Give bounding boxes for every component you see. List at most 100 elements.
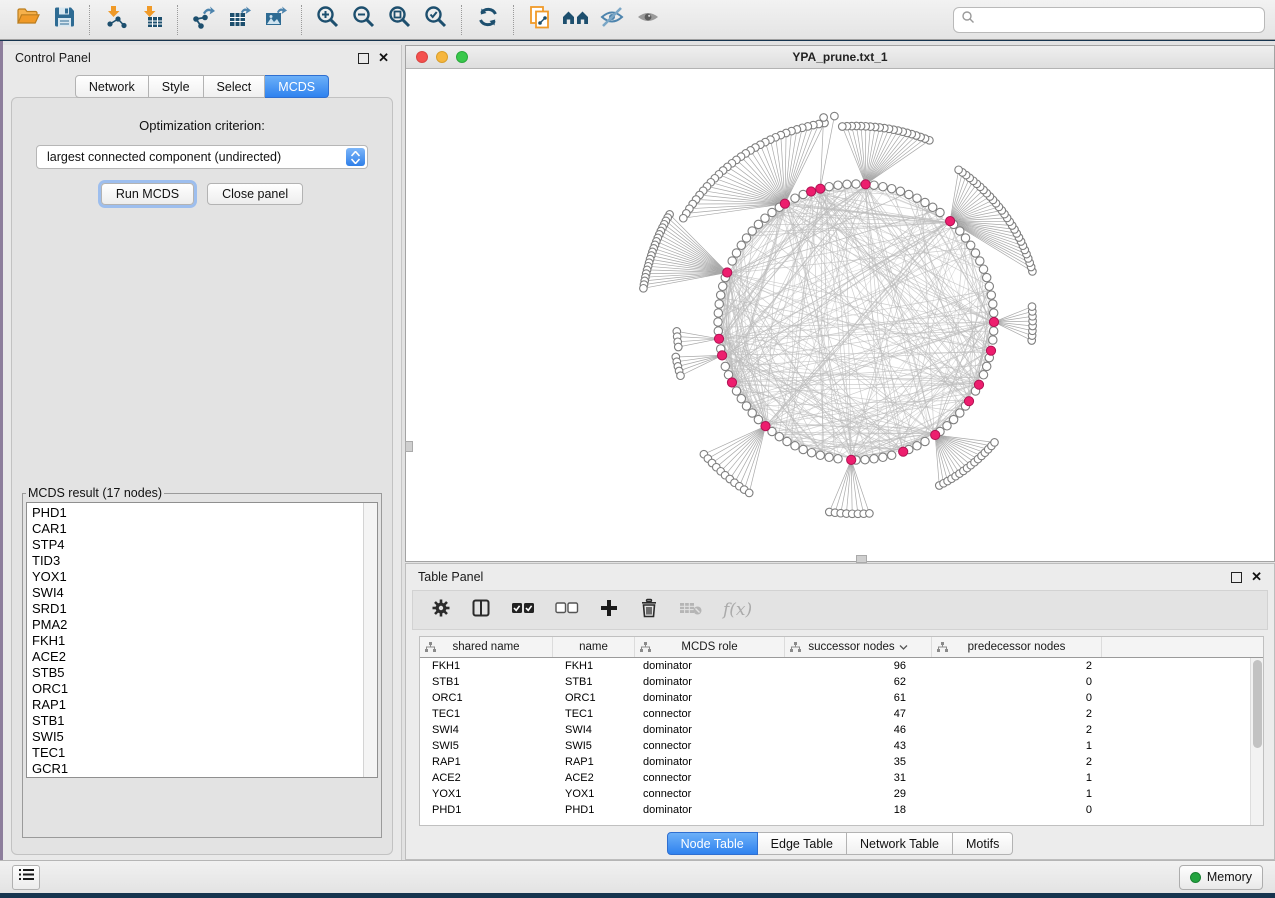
table-settings-button[interactable]: [431, 598, 451, 623]
show-all-button[interactable]: [630, 4, 666, 36]
mcds-result-item[interactable]: STB5: [32, 665, 377, 681]
cell-name: RAP1: [553, 756, 635, 768]
select-stepper-icon: [346, 148, 365, 166]
zoom-selected-button[interactable]: [418, 4, 454, 36]
mcds-result-item[interactable]: GCR1: [32, 761, 377, 777]
mcds-result-item[interactable]: TID3: [32, 553, 377, 569]
table-row[interactable]: TEC1TEC1connector472: [420, 706, 1263, 722]
table-scrollbar-thumb[interactable]: [1253, 660, 1262, 748]
mcds-result-item[interactable]: RAP1: [32, 697, 377, 713]
column-header-shared-name[interactable]: shared name: [420, 637, 553, 657]
mcds-result-item[interactable]: SRD1: [32, 601, 377, 617]
delete-column-button[interactable]: [639, 598, 659, 623]
mcds-result-item[interactable]: CAR1: [32, 521, 377, 537]
show-columns-button[interactable]: [471, 598, 491, 623]
tab-style[interactable]: Style: [149, 75, 204, 98]
show-eye-icon: [635, 4, 661, 35]
tab-node-table[interactable]: Node Table: [667, 832, 758, 855]
mcds-result-item[interactable]: SWI4: [32, 585, 377, 601]
mcds-result-item[interactable]: STP4: [32, 537, 377, 553]
table-row[interactable]: SWI5SWI5connector431: [420, 738, 1263, 754]
optimization-criterion-label: Optimization criterion:: [139, 118, 265, 133]
mcds-result-item[interactable]: ACE2: [32, 649, 377, 665]
mcds-result-item[interactable]: STB1: [32, 713, 377, 729]
splitter-handle-vertical[interactable]: [405, 441, 413, 452]
export-network-button[interactable]: [186, 4, 222, 36]
column-header-predecessor-nodes[interactable]: predecessor nodes: [932, 637, 1102, 657]
run-mcds-button[interactable]: Run MCDS: [101, 183, 194, 205]
search-box[interactable]: [953, 7, 1265, 33]
mcds-list-scrollbar[interactable]: [363, 503, 377, 777]
cell-successor_nodes: 35: [785, 756, 932, 768]
tab-select[interactable]: Select: [204, 75, 266, 98]
mcds-result-item[interactable]: PHD1: [32, 505, 377, 521]
refresh-icon: [475, 4, 501, 35]
open-folder-icon: [15, 4, 41, 35]
toolbar-separator: [513, 5, 515, 35]
table-scrollbar[interactable]: [1250, 658, 1263, 825]
tab-mcds[interactable]: MCDS: [265, 75, 329, 98]
duplicate-network-button[interactable]: [522, 4, 558, 36]
apply-function-button[interactable]: f(x): [723, 600, 752, 620]
splitter-handle-horizontal[interactable]: [856, 555, 867, 563]
cell-predecessor_nodes: 0: [932, 804, 1102, 816]
export-table-button[interactable]: [222, 4, 258, 36]
column-header-successor-nodes[interactable]: successor nodes: [785, 637, 932, 657]
cell-name: PHD1: [553, 804, 635, 816]
column-type-icon: [640, 642, 651, 656]
float-panel-icon[interactable]: [1231, 572, 1242, 583]
table-row[interactable]: SWI4SWI4dominator462: [420, 722, 1263, 738]
float-panel-icon[interactable]: [358, 53, 369, 64]
tab-edge-table[interactable]: Edge Table: [758, 832, 847, 855]
export-image-button[interactable]: [258, 4, 294, 36]
column-label: predecessor nodes: [968, 641, 1066, 653]
close-panel-icon[interactable]: ✕: [378, 53, 389, 63]
tab-motifs[interactable]: Motifs: [953, 832, 1013, 855]
select-all-rows-button[interactable]: [511, 600, 535, 621]
plus-icon: [599, 598, 619, 623]
search-input[interactable]: [980, 12, 1257, 28]
column-header-mcds-role[interactable]: MCDS role: [635, 637, 785, 657]
first-neighbors-button[interactable]: [558, 4, 594, 36]
tab-network[interactable]: Network: [75, 75, 149, 98]
node-table[interactable]: shared name nameMCDS rolesuccessor nodes p…: [419, 636, 1264, 826]
import-table-button[interactable]: [134, 4, 170, 36]
tab-network-table[interactable]: Network Table: [847, 832, 953, 855]
column-header-name[interactable]: name: [553, 637, 635, 657]
column-label: shared name: [452, 641, 519, 653]
optimization-criterion-select[interactable]: largest connected component (undirected): [36, 145, 368, 169]
open-session-button[interactable]: [10, 4, 46, 36]
close-panel-button[interactable]: Close panel: [207, 183, 303, 205]
zoom-fit-button[interactable]: [382, 4, 418, 36]
table-row[interactable]: ACE2ACE2connector311: [420, 770, 1263, 786]
table-row[interactable]: YOX1YOX1connector291: [420, 786, 1263, 802]
save-session-button[interactable]: [46, 4, 82, 36]
cell-mcds_role: dominator: [635, 676, 785, 688]
mcds-result-item[interactable]: PMA2: [32, 617, 377, 633]
close-panel-icon[interactable]: ✕: [1251, 572, 1262, 582]
mcds-result-item[interactable]: ORC1: [32, 681, 377, 697]
import-network-button[interactable]: [98, 4, 134, 36]
table-row[interactable]: PHD1PHD1dominator180: [420, 802, 1263, 818]
table-row[interactable]: STB1STB1dominator620: [420, 674, 1263, 690]
task-history-button[interactable]: [12, 865, 40, 890]
checked-boxes-icon: [511, 600, 535, 621]
refresh-button[interactable]: [470, 4, 506, 36]
zoom-in-button[interactable]: [310, 4, 346, 36]
control-panel: Control Panel ✕ NetworkStyleSelectMCDS O…: [3, 45, 402, 860]
deselect-all-rows-button[interactable]: [555, 600, 579, 621]
table-row[interactable]: RAP1RAP1dominator352: [420, 754, 1263, 770]
table-panel-header: Table Panel ✕: [406, 564, 1274, 590]
mcds-result-item[interactable]: TEC1: [32, 745, 377, 761]
memory-button[interactable]: Memory: [1179, 865, 1263, 890]
mcds-result-item[interactable]: YOX1: [32, 569, 377, 585]
mcds-result-item[interactable]: FKH1: [32, 633, 377, 649]
table-row[interactable]: FKH1FKH1dominator962: [420, 658, 1263, 674]
hide-selected-button[interactable]: [594, 4, 630, 36]
table-row[interactable]: ORC1ORC1dominator610: [420, 690, 1263, 706]
add-column-button[interactable]: [599, 598, 619, 623]
mcds-result-item[interactable]: SWI5: [32, 729, 377, 745]
network-canvas[interactable]: [406, 69, 1274, 562]
delete-table-button[interactable]: [679, 600, 703, 621]
zoom-out-button[interactable]: [346, 4, 382, 36]
